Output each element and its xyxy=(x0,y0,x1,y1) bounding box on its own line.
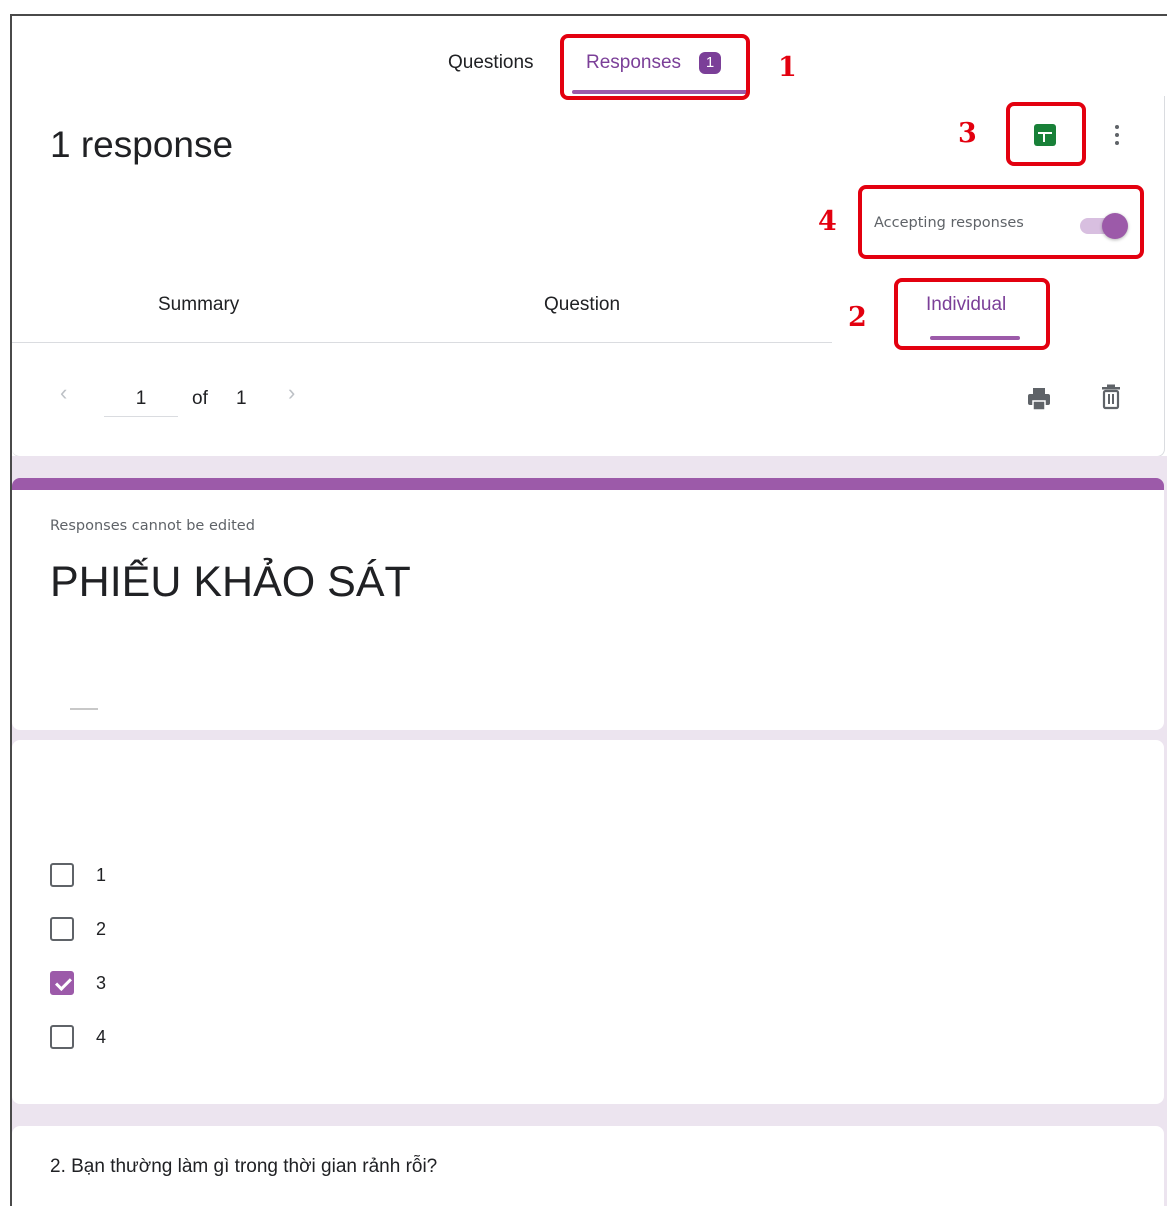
form-header-card: Responses cannot be edited PHIẾU KHẢO SÁ… xyxy=(12,478,1164,730)
checkbox-option-1[interactable]: 1 xyxy=(50,860,106,890)
chevron-left-icon[interactable]: ‹ xyxy=(60,380,67,406)
checkbox-option-3[interactable]: 3 xyxy=(50,968,106,998)
question-2-text: 2. Bạn thường làm gì trong thời gian rản… xyxy=(50,1156,438,1177)
option-label: 3 xyxy=(96,972,107,993)
responses-header-card: 1 response Accepting responses Summary Q… xyxy=(12,96,1165,457)
tab-question[interactable]: Question xyxy=(544,294,620,316)
callout-number-1: 1 xyxy=(778,52,797,83)
check-icon[interactable] xyxy=(50,971,74,995)
print-button[interactable] xyxy=(1024,384,1054,414)
callout-box-spreadsheet xyxy=(1006,102,1086,166)
callout-box-responses xyxy=(560,34,750,100)
more-options-button[interactable] xyxy=(1102,120,1132,150)
trash-icon xyxy=(1102,384,1120,410)
callout-box-individual xyxy=(894,278,1050,350)
tab-summary[interactable]: Summary xyxy=(158,294,239,316)
option-label: 1 xyxy=(96,864,107,885)
question-card: 1 2 3 4 xyxy=(12,740,1164,1104)
form-title: PHIẾU KHẢO SÁT xyxy=(50,558,411,606)
callout-number-4: 4 xyxy=(818,206,837,237)
pager-of-label: of xyxy=(192,388,208,409)
callout-number-2: 2 xyxy=(848,302,867,333)
response-count-title: 1 response xyxy=(50,124,234,165)
checkbox[interactable] xyxy=(50,1025,74,1049)
delete-response-button[interactable] xyxy=(1096,382,1126,412)
checkbox-option-4[interactable]: 4 xyxy=(50,1022,106,1052)
checkbox-option-2[interactable]: 2 xyxy=(50,914,106,944)
not-editable-notice: Responses cannot be edited xyxy=(50,518,255,534)
tab-questions[interactable]: Questions xyxy=(448,52,534,74)
response-page-input[interactable]: 1 xyxy=(104,382,178,417)
option-label: 4 xyxy=(96,1026,107,1047)
checkbox[interactable] xyxy=(50,917,74,941)
option-label: 2 xyxy=(96,918,107,939)
sub-tab-divider xyxy=(12,342,832,343)
divider-mark xyxy=(70,708,98,710)
callout-number-3: 3 xyxy=(958,118,977,149)
print-icon xyxy=(1028,388,1050,411)
callout-box-accepting xyxy=(858,185,1144,259)
pager-total: 1 xyxy=(236,388,247,409)
question-2-card: 2. Bạn thường làm gì trong thời gian rản… xyxy=(12,1126,1164,1206)
chevron-right-icon[interactable]: › xyxy=(288,380,295,406)
checkbox[interactable] xyxy=(50,863,74,887)
